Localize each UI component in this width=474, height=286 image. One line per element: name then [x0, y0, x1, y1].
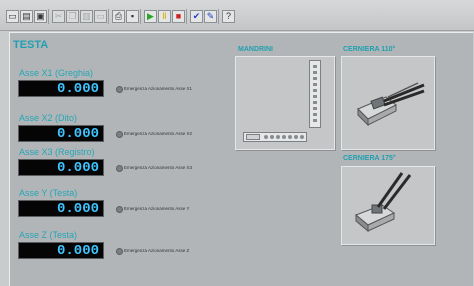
scroll-tick: [264, 135, 268, 139]
scroll-tick: [313, 107, 317, 110]
cut-icon[interactable]: ✂: [52, 10, 65, 23]
toolbar-separator: [108, 9, 109, 24]
emergency-label: Emergenza Azionamento Asse Z: [124, 248, 190, 253]
hinge-110-icon: [357, 82, 425, 127]
scroll-tick: [300, 135, 304, 139]
emergency-label: Emergenza Azionamento Asse X2: [124, 131, 193, 136]
emergency-led-icon: [116, 165, 123, 172]
axis-label: Asse Y (Testa): [19, 188, 78, 198]
scroll-thumb[interactable]: [246, 134, 260, 140]
page-title: TESTA: [13, 39, 49, 51]
axis-label: Asse X2 (Dito): [19, 113, 78, 123]
emergency-led-icon: [116, 86, 123, 93]
paste-icon[interactable]: ▥: [80, 10, 93, 23]
cerniera-175-title: CERNIERA 175°: [343, 155, 396, 162]
emergency-label: Emergenza Azionamento Asse X1: [124, 86, 193, 91]
scroll-tick: [313, 113, 317, 116]
toolbar: ▭ ▤ ▣ ✂ ❐ ▥ ▭ ⎙ ▪ ▶ Ⅱ ■ ✔ ✎?: [0, 0, 474, 31]
axis-value-display: 0.000: [18, 159, 104, 176]
axis-value: 0.000: [56, 160, 99, 176]
brush-icon[interactable]: ✎: [204, 10, 217, 23]
toolbar-separator: [186, 9, 187, 24]
axis-value-display: 0.000: [18, 200, 104, 217]
monitor-icon[interactable]: ▪: [126, 10, 139, 23]
mandrini-vertical-scrollbar[interactable]: [309, 60, 321, 128]
scroll-tick: [313, 119, 317, 122]
new-file-icon[interactable]: ▭: [6, 10, 19, 23]
scroll-tick: [270, 135, 274, 139]
axis-value: 0.000: [56, 81, 99, 97]
emergency-led-icon: [116, 206, 123, 213]
emergency-label: Emergenza Azionamento Asse Y: [124, 206, 190, 211]
print-icon[interactable]: ⎙: [112, 10, 125, 23]
copy-icon[interactable]: ❐: [66, 10, 79, 23]
scroll-tick: [288, 135, 292, 139]
mandrini-horizontal-scrollbar[interactable]: [243, 132, 307, 142]
cerniera-110-title: CERNIERA 110°: [343, 46, 396, 53]
pause-icon[interactable]: Ⅱ: [158, 10, 171, 23]
cerniera-110-image: [341, 56, 435, 150]
open-folder-icon[interactable]: ▤: [20, 10, 33, 23]
emergency-led-icon: [116, 131, 123, 138]
toolbar-separator: [140, 9, 141, 24]
delete-icon[interactable]: ▭: [94, 10, 107, 23]
axis-label: Asse X3 (Registro): [19, 147, 95, 157]
emergency-led-icon: [116, 248, 123, 255]
scroll-tick: [276, 135, 280, 139]
axis-value-display: 0.000: [18, 125, 104, 142]
scroll-tick: [313, 95, 317, 98]
scroll-tick: [313, 71, 317, 74]
emergency-label: Emergenza Azionamento Asse X3: [124, 165, 193, 170]
save-icon[interactable]: ▣: [34, 10, 47, 23]
axis-value: 0.000: [56, 126, 99, 142]
axis-value-display: 0.000: [18, 242, 104, 259]
stop-icon[interactable]: ■: [172, 10, 185, 23]
axis-value: 0.000: [56, 243, 99, 259]
mandrini-title: MANDRINI: [238, 46, 273, 53]
scroll-tick: [313, 77, 317, 80]
play-icon[interactable]: ▶: [144, 10, 157, 23]
scroll-tick: [313, 83, 317, 86]
axis-value: 0.000: [56, 201, 99, 217]
scroll-tick: [313, 65, 317, 68]
axis-label: Asse Z (Testa): [19, 230, 78, 240]
axis-value-display: 0.000: [18, 80, 104, 97]
toolbar-separator: [48, 9, 49, 24]
scroll-tick: [294, 135, 298, 139]
scroll-tick: [313, 101, 317, 104]
toolbar-separator: [218, 9, 219, 24]
hinge-175-icon: [355, 172, 412, 233]
axis-label: Asse X1 (Greghia): [19, 68, 94, 78]
cerniera-175-image: [341, 166, 435, 245]
scroll-tick: [282, 135, 286, 139]
check-icon[interactable]: ✔: [190, 10, 203, 23]
scroll-tick: [313, 89, 317, 92]
help-icon[interactable]: ?: [222, 10, 235, 23]
